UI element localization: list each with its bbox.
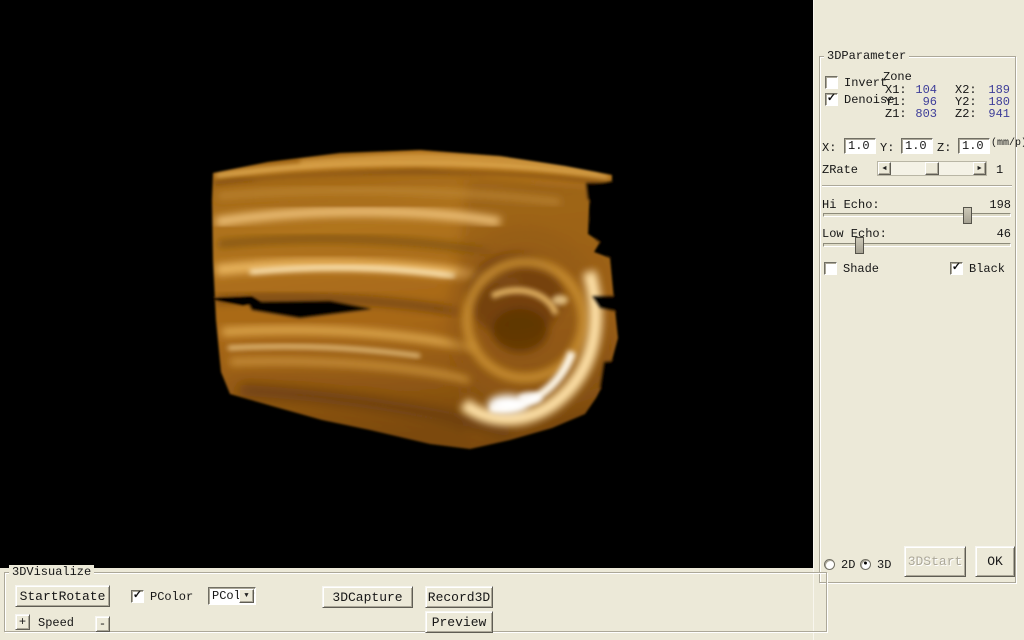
speed-plus-button[interactable]: +	[15, 614, 30, 630]
mode-2d-label: 2D	[841, 558, 855, 572]
zrate-scrollbar[interactable]: ◄ ►	[877, 161, 987, 176]
3dvisualize-group: 3DVisualize StartRotate + Speed - ✓ PCol…	[4, 572, 827, 632]
zrate-thumb[interactable]	[925, 162, 939, 175]
ultrasound-volume-render	[0, 0, 813, 568]
low-echo-value: 46	[975, 227, 1011, 241]
invert-checkbox[interactable]	[825, 76, 838, 89]
invert-label: Invert	[844, 76, 887, 90]
pcolor-dropdown[interactable]: PColor ▼	[208, 587, 256, 605]
3dvisualize-group-title: 3DVisualize	[9, 565, 94, 579]
low-echo-slider-thumb[interactable]	[855, 237, 864, 254]
render-viewport[interactable]	[0, 0, 813, 568]
section-divider	[822, 185, 1012, 187]
mode-2d-radio[interactable]	[824, 559, 835, 570]
shade-label: Shade	[843, 262, 879, 276]
zone-z1-label: Z1:	[885, 107, 907, 121]
speed-minus-button[interactable]: -	[95, 616, 110, 632]
hi-echo-slider-thumb[interactable]	[963, 207, 972, 224]
zrate-value: 1	[996, 163, 1003, 177]
ok-button[interactable]: OK	[975, 546, 1015, 577]
dropdown-arrow-icon[interactable]: ▼	[239, 589, 254, 603]
pcolor-checkbox[interactable]: ✓	[131, 590, 144, 603]
x-scale-label: X:	[822, 141, 836, 155]
zrate-label: ZRate	[822, 163, 858, 177]
z-scale-label: Z:	[937, 141, 951, 155]
black-checkbox[interactable]: ✓	[950, 262, 963, 275]
zone-z2-value: 941	[978, 107, 1010, 121]
3dparameter-group-title: 3DParameter	[824, 49, 909, 63]
zone-title: Zone	[883, 70, 912, 84]
3dparameter-group: 3DParameter Invert ✓ Denoise Zone X1: 10…	[819, 56, 1016, 583]
3dcapture-button[interactable]: 3DCapture	[322, 586, 413, 608]
speed-label: Speed	[38, 616, 74, 630]
start-rotate-button[interactable]: StartRotate	[15, 585, 110, 607]
z-scale-input[interactable]	[958, 138, 990, 154]
denoise-checkbox[interactable]: ✓	[825, 93, 838, 106]
pcolor-label: PColor	[150, 590, 193, 604]
parameter-panel: 3DParameter Invert ✓ Denoise Zone X1: 10…	[813, 0, 1024, 640]
3dstart-button[interactable]: 3DStart	[904, 546, 966, 577]
x-scale-input[interactable]	[844, 138, 876, 154]
mode-3d-radio[interactable]: ●	[860, 559, 871, 570]
zrate-right-arrow-icon[interactable]: ►	[973, 162, 986, 175]
shade-checkbox[interactable]	[824, 262, 837, 275]
preview-button[interactable]: Preview	[425, 611, 493, 633]
zrate-left-arrow-icon[interactable]: ◄	[878, 162, 891, 175]
y-scale-input[interactable]	[901, 138, 933, 154]
record3d-button[interactable]: Record3D	[425, 586, 493, 608]
hi-echo-slider-track[interactable]	[823, 213, 1011, 217]
zone-z2-label: Z2:	[955, 107, 977, 121]
hi-echo-label: Hi Echo:	[822, 198, 880, 212]
low-echo-slider-track[interactable]	[823, 243, 1011, 247]
hi-echo-value: 198	[975, 198, 1011, 212]
mode-3d-label: 3D	[877, 558, 891, 572]
y-scale-label: Y:	[880, 141, 894, 155]
zone-z1-value: 803	[905, 107, 937, 121]
black-label: Black	[969, 262, 1005, 276]
scale-unit-label: (mm/p)	[991, 138, 1024, 149]
